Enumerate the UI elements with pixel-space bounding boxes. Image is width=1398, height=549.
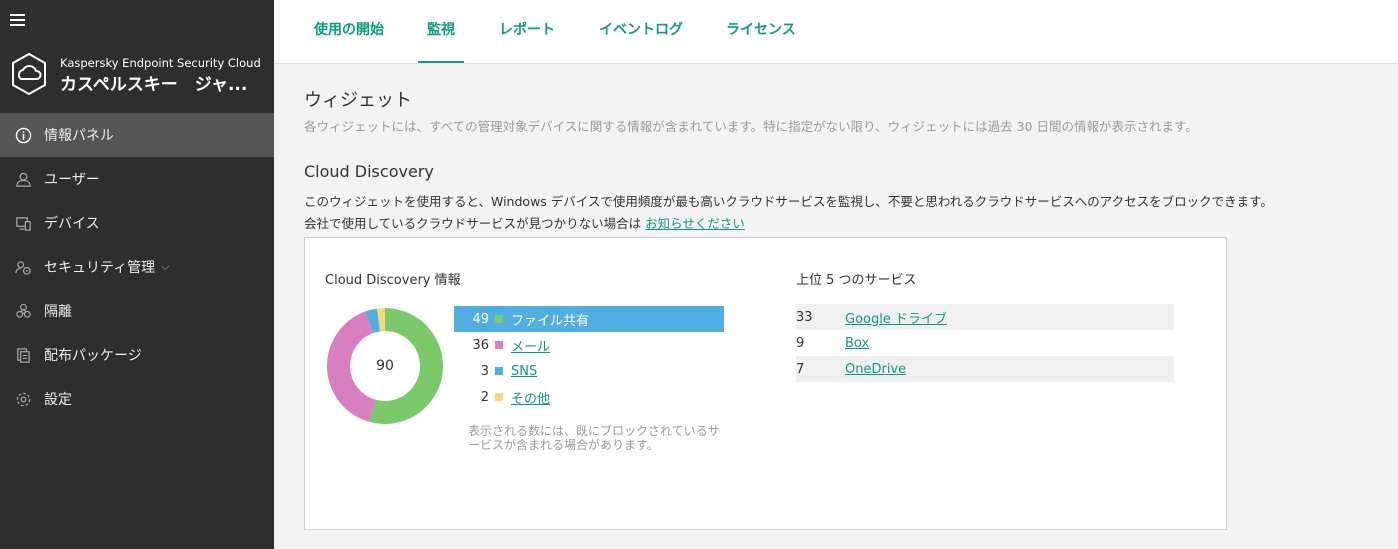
- tab-getting-started[interactable]: 使用の開始: [314, 0, 384, 63]
- sidebar-item-users[interactable]: ユーザー: [0, 157, 274, 201]
- legend-count: 3: [480, 363, 489, 379]
- cloud-discovery-info-heading: Cloud Discovery 情報: [325, 273, 461, 288]
- biohazard-icon: [14, 302, 32, 320]
- top-tab-bar: 使用の開始 監視 レポート イベントログ ライセンス: [274, 0, 1398, 64]
- sidebar-item-quarantine[interactable]: 隔離: [0, 289, 274, 333]
- tab-license[interactable]: ライセンス: [726, 0, 796, 63]
- legend-swatch: [495, 315, 503, 323]
- widget-title: Cloud Discovery: [304, 162, 434, 181]
- sidebar-item-label: 配布パッケージ: [44, 348, 142, 364]
- sidebar-item-label: 隔離: [44, 304, 72, 320]
- chart-legend: 49 ファイル共有 36 メール 3 SNS 2 その他: [454, 306, 724, 410]
- brand: Kaspersky Endpoint Security Cloud カスペルスキ…: [8, 50, 270, 100]
- info-icon: [14, 126, 32, 144]
- legend-item-other[interactable]: 2 その他: [454, 384, 724, 410]
- legend-swatch: [495, 393, 503, 401]
- kaspersky-logo-icon: [12, 52, 46, 96]
- brand-product-name: Kaspersky Endpoint Security Cloud: [60, 56, 261, 70]
- legend-count: 36: [472, 337, 489, 353]
- legend-item-mail[interactable]: 36 メール: [454, 332, 724, 358]
- sidebar-item-label: セキュリティ管理: [44, 260, 156, 276]
- package-icon: [14, 346, 32, 364]
- sidebar-item-label: ユーザー: [44, 172, 100, 188]
- sidebar-item-label: 設定: [44, 392, 72, 408]
- top-services-heading: 上位 5 つのサービス: [796, 273, 917, 288]
- table-row: 7 OneDrive: [796, 356, 1174, 382]
- sidebar: Kaspersky Endpoint Security Cloud カスペルスキ…: [0, 0, 274, 549]
- service-count: 33: [796, 309, 813, 325]
- user-icon: [14, 170, 32, 188]
- widget-description: このウィジェットを使用すると、Windows デバイスで使用頻度が最も高いクラウ…: [304, 194, 1273, 209]
- service-link[interactable]: OneDrive: [845, 362, 906, 377]
- service-count: 9: [796, 335, 805, 351]
- donut-total: 90: [376, 358, 394, 374]
- legend-label[interactable]: その他: [511, 388, 550, 407]
- legend-item-file-sharing[interactable]: 49 ファイル共有: [454, 306, 724, 332]
- legend-swatch: [495, 341, 503, 349]
- service-link[interactable]: Box: [845, 336, 869, 351]
- service-count: 7: [796, 361, 805, 377]
- page-description: 各ウィジェットには、すべての管理対象デバイスに関する情報が含まれています。特に指…: [304, 119, 1198, 134]
- legend-item-sns[interactable]: 3 SNS: [454, 358, 724, 384]
- cloud-discovery-card: Cloud Discovery 情報 上位 5 つのサービス 90 49 ファイ…: [304, 237, 1227, 530]
- feedback-text: 会社で使用しているクラウドサービスが見つかりない場合は: [304, 216, 646, 231]
- hamburger-menu-icon[interactable]: [10, 14, 25, 26]
- device-icon: [14, 214, 32, 232]
- table-row: 9 Box: [796, 330, 1174, 356]
- table-row: 33 Google ドライブ: [796, 304, 1174, 330]
- sidebar-item-dashboard[interactable]: 情報パネル: [0, 113, 274, 157]
- legend-swatch: [495, 367, 503, 375]
- blocked-services-note: 表示される数には、既にブロックされているサービスが含まれる場合があります。: [468, 424, 720, 452]
- sidebar-item-label: デバイス: [44, 216, 100, 232]
- sidebar-item-settings[interactable]: 設定: [0, 377, 274, 421]
- legend-label[interactable]: ファイル共有: [511, 310, 589, 329]
- sidebar-item-packages[interactable]: 配布パッケージ: [0, 333, 274, 377]
- feedback-link[interactable]: お知らせください: [645, 216, 745, 231]
- top-services-table: 33 Google ドライブ 9 Box 7 OneDrive: [796, 304, 1174, 382]
- tab-monitoring[interactable]: 監視: [418, 0, 464, 63]
- chevron-down-icon: ⌵: [161, 260, 170, 273]
- legend-count: 49: [472, 311, 489, 327]
- legend-count: 2: [480, 389, 489, 405]
- brand-company-name: カスペルスキー ジャ...: [60, 75, 248, 95]
- gear-icon: [14, 390, 32, 408]
- legend-label[interactable]: メール: [511, 336, 550, 355]
- sidebar-item-devices[interactable]: デバイス: [0, 201, 274, 245]
- service-link[interactable]: Google ドライブ: [845, 308, 947, 327]
- sidebar-nav: 情報パネル ユーザー デバイス セキュリティ管理 ⌵ 隔離 配布パッケージ 設定: [0, 113, 274, 421]
- sidebar-item-security-management[interactable]: セキュリティ管理 ⌵: [0, 245, 274, 289]
- security-icon: [14, 258, 32, 276]
- tab-event-log[interactable]: イベントログ: [599, 0, 683, 63]
- tab-reports[interactable]: レポート: [499, 0, 555, 63]
- sidebar-item-label: 情報パネル: [44, 128, 114, 144]
- page-title: ウィジェット: [304, 90, 412, 111]
- legend-label[interactable]: SNS: [511, 364, 537, 379]
- widget-feedback-line: 会社で使用しているクラウドサービスが見つかりない場合は お知らせください: [304, 213, 745, 232]
